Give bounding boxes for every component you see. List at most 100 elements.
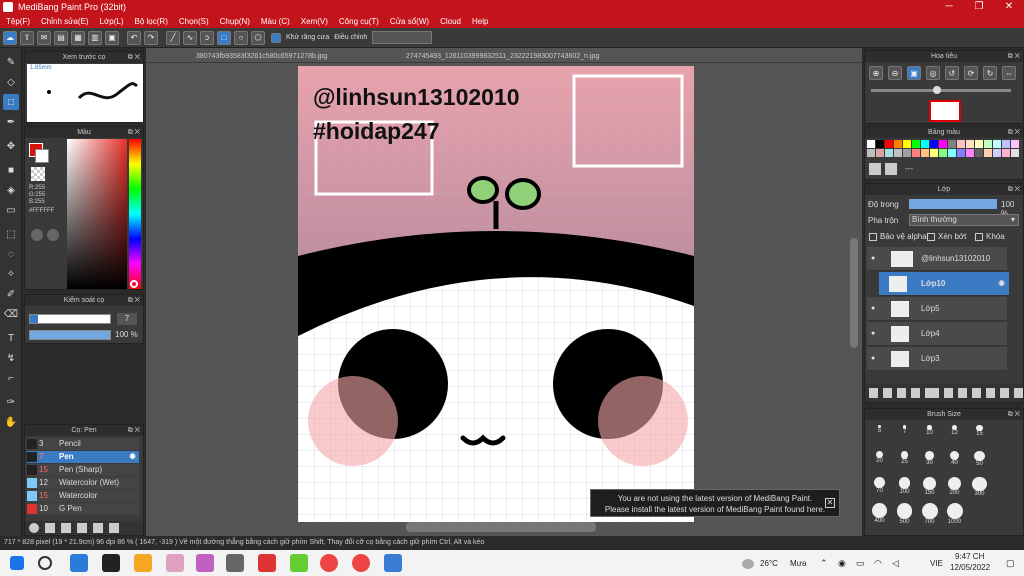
palette-swatch[interactable] xyxy=(876,140,884,148)
palette-swatch[interactable] xyxy=(939,140,947,148)
brush-size-option[interactable]: 12 xyxy=(942,425,967,436)
pages-icon[interactable]: ▣ xyxy=(105,30,119,45)
brush-item[interactable]: 15 Pen (Sharp) xyxy=(27,464,139,476)
palette-swatch[interactable] xyxy=(975,149,983,157)
menu-view[interactable]: Xem(V) xyxy=(301,17,328,26)
palette-swatch[interactable] xyxy=(948,149,956,157)
brush-size-option[interactable]: 150 xyxy=(917,477,942,496)
brush-item[interactable]: 12 Watercolor (Wet) xyxy=(27,477,139,489)
brush-size-option[interactable]: 5 xyxy=(867,425,892,434)
secondary-color-swatch[interactable] xyxy=(35,149,49,163)
palette-swatch[interactable] xyxy=(1011,149,1019,157)
zoom-in-icon[interactable]: ⊕ xyxy=(869,66,883,80)
line-icon[interactable]: ╱ xyxy=(166,30,180,45)
rectangle-icon[interactable]: □ xyxy=(217,30,231,45)
palette-swatch[interactable] xyxy=(1002,140,1010,148)
text-tool-icon[interactable]: T xyxy=(3,330,19,346)
layers-icon[interactable]: ▤ xyxy=(54,30,68,45)
layer-up-icon[interactable] xyxy=(986,388,996,398)
brush-size-option[interactable]: 7 xyxy=(892,425,917,435)
clip-checkbox[interactable] xyxy=(927,233,935,241)
palette-swatch[interactable] xyxy=(1011,140,1019,148)
layer-row-selected[interactable]: Lớp10 ✹ xyxy=(879,272,1009,296)
add-brush-icon[interactable] xyxy=(29,523,39,533)
app-icon-1[interactable] xyxy=(70,554,88,572)
brush-size-value[interactable]: 7 xyxy=(117,313,137,325)
app-icon-5[interactable] xyxy=(290,554,308,572)
brush-size-option[interactable]: 25 xyxy=(892,451,917,465)
layer-row[interactable]: ● Lớp3 xyxy=(867,347,1007,371)
shape-tool-icon[interactable]: ■ xyxy=(3,162,19,178)
delete-palette-icon[interactable] xyxy=(885,163,897,175)
add-8bit-layer-icon[interactable] xyxy=(896,388,906,398)
gradient-tool-icon[interactable]: ▭ xyxy=(3,202,19,218)
brush-size-option[interactable]: 400 xyxy=(867,503,892,524)
panel-icon[interactable]: ▥ xyxy=(88,30,102,45)
hand-tool-icon[interactable]: ✋ xyxy=(3,414,19,430)
grid-icon[interactable]: ▦ xyxy=(71,30,85,45)
layer-folder-icon[interactable] xyxy=(944,388,954,398)
app-icon-6[interactable] xyxy=(384,554,402,572)
palette-swatch[interactable] xyxy=(894,149,902,157)
pen-tool-icon[interactable]: ✒ xyxy=(3,114,19,130)
palette-swatch[interactable] xyxy=(957,149,965,157)
notification-icon[interactable]: ▢ xyxy=(1006,558,1015,569)
wifi-icon[interactable]: ◠ xyxy=(874,558,882,569)
adjust-dropdown[interactable] xyxy=(372,31,433,44)
palette-swatch[interactable] xyxy=(966,140,974,148)
brush-opacity-slider[interactable] xyxy=(29,330,111,340)
layer-row[interactable]: ● Lớp4 xyxy=(867,322,1007,346)
magic-wand-icon[interactable]: ✧ xyxy=(3,266,19,282)
clock-time[interactable]: 9:47 CH xyxy=(955,552,984,561)
fit-icon[interactable]: ▣ xyxy=(907,66,921,80)
layer-row[interactable]: ● @linhsun13102010 xyxy=(867,247,1007,271)
curve-icon[interactable]: ↄ xyxy=(200,30,214,45)
palette-swatch[interactable] xyxy=(912,140,920,148)
menu-file[interactable]: Tệp(F) xyxy=(6,17,30,26)
battery-icon[interactable]: ▭ xyxy=(856,558,865,569)
brush-size-option[interactable]: 70 xyxy=(867,477,892,494)
volume-icon[interactable]: ◁ xyxy=(892,558,899,569)
palette-swatch[interactable] xyxy=(876,149,884,157)
navigator-thumbnail[interactable] xyxy=(929,100,961,122)
duplicate-layer-icon[interactable] xyxy=(972,388,982,398)
brush-size-option[interactable]: 40 xyxy=(942,451,967,466)
palette-swatch[interactable] xyxy=(885,149,893,157)
palette-swatch[interactable] xyxy=(867,140,875,148)
brush-size-option[interactable]: 20 xyxy=(867,451,892,464)
palette-swatch[interactable] xyxy=(993,149,1001,157)
palette-swatch[interactable] xyxy=(975,140,983,148)
brush-file-icon[interactable] xyxy=(77,523,87,533)
app-icon-3[interactable] xyxy=(166,554,184,572)
menu-cloud[interactable]: Cloud xyxy=(440,17,461,26)
palette-swatch[interactable] xyxy=(912,149,920,157)
menu-select[interactable]: Chọn(S) xyxy=(179,17,209,26)
hue-slider[interactable] xyxy=(129,139,141,289)
dropper-tool-icon[interactable]: ⌐ xyxy=(3,370,19,386)
comment-icon[interactable]: ✉ xyxy=(37,30,51,45)
palette-swatch[interactable] xyxy=(948,140,956,148)
windows-start-icon[interactable] xyxy=(10,556,24,570)
brush-size-option[interactable]: 30 xyxy=(917,451,942,466)
palette-swatch[interactable] xyxy=(885,140,893,148)
color-wheel-icon[interactable] xyxy=(31,229,43,241)
camera-icon[interactable] xyxy=(226,554,244,572)
polyline-icon[interactable]: ∿ xyxy=(183,30,197,45)
palette-swatches[interactable] xyxy=(867,140,1019,160)
medibang-taskbar-icon[interactable] xyxy=(258,554,276,572)
maximize-icon[interactable]: ❐ xyxy=(964,0,994,14)
brush-tool-icon[interactable]: ✎ xyxy=(3,54,19,70)
layer-row[interactable]: ● Lớp5 xyxy=(867,297,1007,321)
visibility-eye-icon[interactable]: ● xyxy=(871,247,875,271)
eraser-tool-icon[interactable]: ◇ xyxy=(3,74,19,90)
brush-options-icon[interactable] xyxy=(61,523,71,533)
brush-settings-gear-icon[interactable]: ✹ xyxy=(129,451,136,463)
polygon-icon[interactable]: ⬠ xyxy=(251,30,265,45)
panel-close-icon[interactable]: ⧉ ✕ xyxy=(1008,184,1020,195)
app-icon-2[interactable] xyxy=(102,554,120,572)
menu-filter[interactable]: Bộ lọc(R) xyxy=(135,17,168,26)
antialias-checkbox[interactable] xyxy=(271,32,281,43)
notification-close-icon[interactable]: ✕ xyxy=(825,498,835,508)
app-icon-4[interactable] xyxy=(196,554,214,572)
brush-item-selected[interactable]: 7 Pen ✹ xyxy=(27,451,139,463)
